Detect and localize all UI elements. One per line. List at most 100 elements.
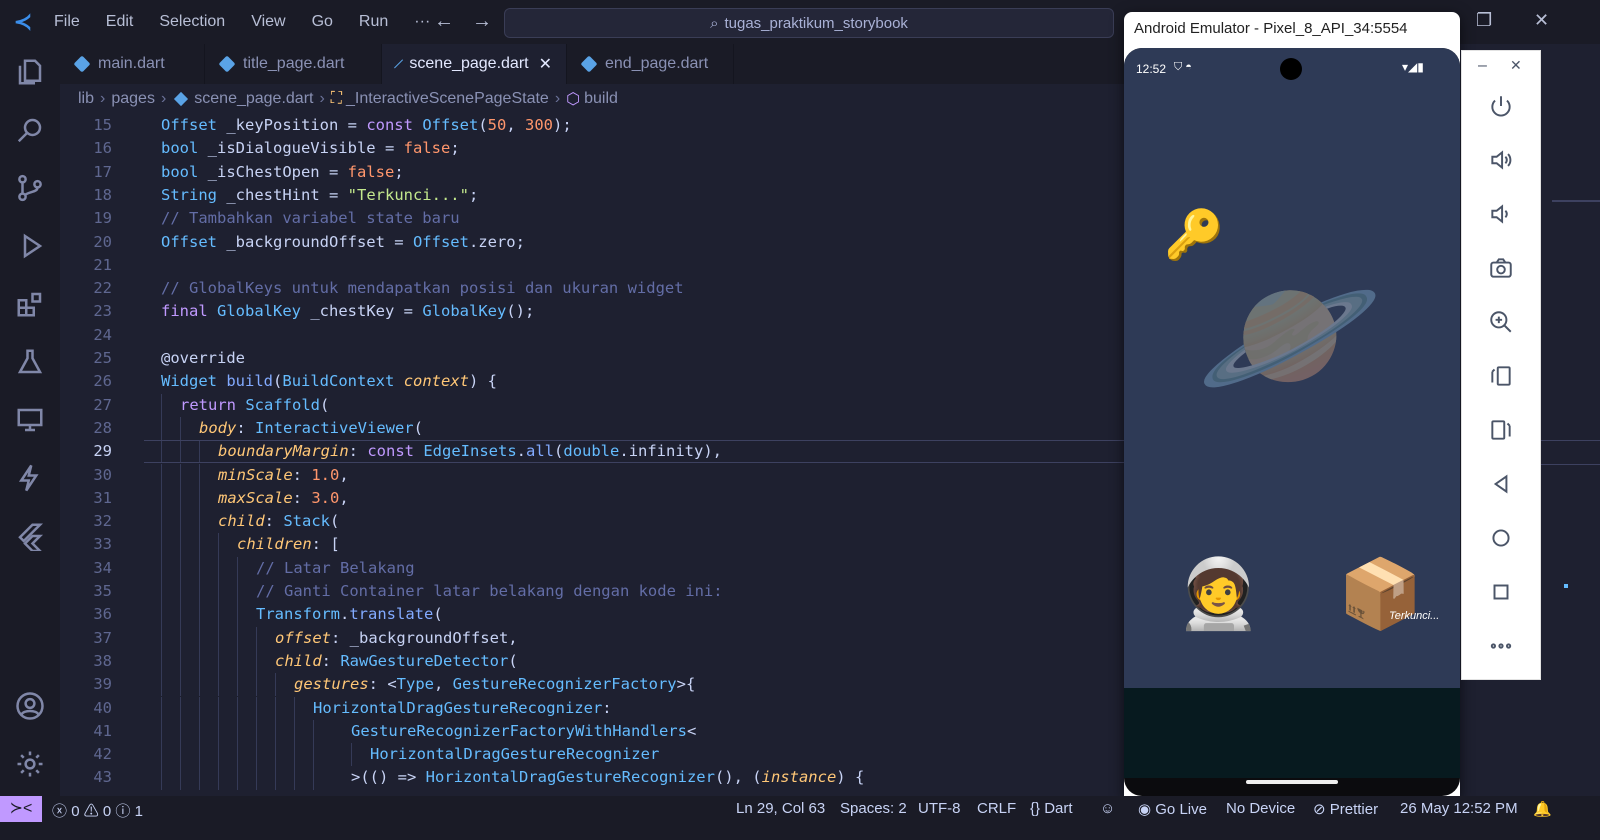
- power-button[interactable]: [1484, 89, 1518, 123]
- info-icon: ⓘ: [115, 803, 131, 820]
- back-button[interactable]: [1484, 467, 1518, 501]
- search-view-icon[interactable]: [12, 112, 48, 148]
- dart-file-icon: [393, 59, 404, 69]
- menu-view[interactable]: View: [251, 13, 285, 31]
- method-symbol-icon: ⬡: [566, 91, 581, 108]
- source-control-icon[interactable]: [12, 170, 48, 206]
- more-options-icon[interactable]: [1484, 629, 1518, 663]
- home-button[interactable]: [1484, 521, 1518, 555]
- go-live-button[interactable]: ◉ Go Live: [1138, 800, 1207, 818]
- run-debug-icon[interactable]: [12, 228, 48, 264]
- back-arrow-icon[interactable]: ←: [434, 10, 454, 33]
- remote-explorer-icon[interactable]: [12, 402, 48, 438]
- breadcrumb-file[interactable]: scene_page.dart: [194, 90, 313, 108]
- rotate-left-button[interactable]: [1484, 359, 1518, 393]
- phone-screen[interactable]: 12:52 ⛉ ◓ ▾◢▮ 🔑 🪐 🧑‍🚀 📦 Terkunci...: [1124, 48, 1460, 796]
- breadcrumb-pages[interactable]: pages: [111, 90, 155, 108]
- chevron-right-icon: ›: [319, 90, 325, 107]
- menu-selection[interactable]: Selection: [159, 13, 225, 31]
- astronaut-sprite[interactable]: 🧑‍🚀: [1176, 560, 1261, 628]
- indentation[interactable]: Spaces: 2: [840, 800, 907, 817]
- dart-file-icon: [218, 55, 236, 73]
- warning-icon: ⚠: [83, 803, 99, 820]
- status-icons-left: ⛉ ◓: [1174, 61, 1192, 73]
- menu-edit[interactable]: Edit: [106, 13, 134, 31]
- close-tab-icon[interactable]: ✕: [539, 54, 552, 74]
- game-scene[interactable]: 🔑 🪐 🧑‍🚀 📦 Terkunci...: [1124, 88, 1460, 688]
- code-line: 33 children: [: [60, 533, 1126, 557]
- rotate-right-button[interactable]: [1484, 413, 1518, 447]
- settings-gear-icon[interactable]: [12, 746, 48, 782]
- line-highlight-edge: [1540, 464, 1600, 465]
- zoom-button[interactable]: [1484, 305, 1518, 339]
- prettier-status[interactable]: ⊘ Prettier: [1313, 800, 1378, 818]
- code-line: 28 body: InteractiveViewer(: [60, 416, 1126, 441]
- device-selector[interactable]: No Device: [1226, 800, 1295, 817]
- extensions-icon[interactable]: [12, 286, 48, 322]
- menu-more-button[interactable]: ···: [414, 13, 430, 31]
- account-icon[interactable]: [12, 688, 48, 724]
- code-line: 17 bool _isChestOpen = false;: [93, 162, 404, 181]
- code-line: 19// Tambahkan variabel state baru: [93, 209, 460, 228]
- menu-run[interactable]: Run: [359, 13, 388, 31]
- encoding[interactable]: UTF-8: [918, 800, 961, 817]
- breadcrumb-lib[interactable]: lib: [78, 90, 94, 108]
- gesture-home-bar[interactable]: [1246, 780, 1338, 784]
- problems-indicator[interactable]: ⓧ 0 ⚠ 0 ⓘ 1: [52, 800, 143, 821]
- command-center-search[interactable]: ⌕ tugas_praktikum_storybook: [504, 8, 1114, 38]
- tab-main-dart[interactable]: main.dart: [60, 44, 205, 84]
- dart-file-icon: [73, 55, 91, 73]
- broadcast-icon: ◉: [1138, 801, 1152, 818]
- restore-window-icon[interactable]: ❐: [1476, 10, 1492, 31]
- line-ending[interactable]: CRLF: [977, 800, 1016, 817]
- forward-arrow-icon[interactable]: →: [472, 10, 492, 33]
- breadcrumb-method[interactable]: build: [584, 90, 618, 108]
- code-line: 20 Offset _backgroundOffset = Offset.zero…: [93, 232, 525, 251]
- workspace-name: tugas_praktikum_storybook: [724, 14, 908, 32]
- phone-bottom-area: [1124, 688, 1460, 778]
- code-line: 16 bool _isDialogueVisible = false;: [93, 139, 460, 158]
- scrollbar-marker: [1564, 584, 1568, 588]
- status-bar: ≻< ⓧ 0 ⚠ 0 ⓘ 1 Ln 29, Col 63 Spaces: 2 U…: [0, 796, 1600, 840]
- code-line: 35// Ganti Container latar belakang deng…: [60, 580, 1126, 604]
- code-line: 42 HorizontalDragGestureRecognizer: [60, 743, 1126, 767]
- breadcrumb-class[interactable]: _InteractiveScenePageState: [346, 90, 549, 108]
- tab-scene-page-dart[interactable]: scene_page.dart ✕: [382, 44, 567, 84]
- chevron-right-icon: ›: [554, 90, 561, 107]
- code-line: 21: [93, 255, 112, 274]
- close-icon[interactable]: ✕: [1510, 57, 1522, 74]
- flutter-icon[interactable]: [12, 518, 48, 554]
- close-window-icon[interactable]: ✕: [1534, 10, 1549, 31]
- chevron-right-icon: ›: [160, 90, 167, 107]
- code-line: 39 gestures: <Type, GestureRecognizerFact…: [60, 673, 1126, 697]
- lightning-icon[interactable]: [12, 460, 48, 496]
- copilot-icon[interactable]: ☺: [1100, 800, 1115, 817]
- overview-button[interactable]: [1484, 575, 1518, 609]
- code-line: 38 child: RawGestureDetector(: [60, 649, 1126, 674]
- code-line: 32 child: Stack(: [60, 510, 1126, 534]
- remote-indicator-icon[interactable]: ≻<: [0, 796, 42, 822]
- code-line: 30 minScale: 1.0,: [60, 463, 1126, 487]
- language-mode[interactable]: {} Dart: [1030, 800, 1073, 817]
- code-line: 34// Latar Belakang: [60, 556, 1126, 580]
- notifications-bell-icon[interactable]: 🔔: [1533, 800, 1552, 818]
- volume-down-button[interactable]: [1484, 197, 1518, 231]
- testing-flask-icon[interactable]: [12, 344, 48, 380]
- camera-cutout: [1280, 58, 1302, 80]
- code-line: 24: [93, 325, 112, 344]
- prettier-icon: ⊘: [1313, 801, 1326, 818]
- cursor-position[interactable]: Ln 29, Col 63: [736, 800, 825, 817]
- volume-up-button[interactable]: [1484, 143, 1518, 177]
- code-line: 15 Offset _keyPosition = const Offset(50,…: [93, 116, 572, 134]
- line-highlight-edge: [1540, 440, 1600, 441]
- vscode-logo-icon: ≺: [13, 9, 33, 34]
- code-editor[interactable]: 15 Offset _keyPosition = const Offset(50,…: [60, 114, 1126, 796]
- screenshot-camera-button[interactable]: [1484, 251, 1518, 285]
- menu-go[interactable]: Go: [312, 13, 333, 31]
- tab-title-page-dart[interactable]: title_page.dart: [205, 44, 382, 84]
- menu-file[interactable]: File: [54, 13, 80, 31]
- tab-end-page-dart[interactable]: end_page.dart: [567, 44, 734, 84]
- code-line: 26 Widget build(BuildContext context) {: [93, 372, 498, 391]
- explorer-icon[interactable]: [12, 54, 48, 90]
- minimize-icon[interactable]: –: [1478, 57, 1487, 75]
